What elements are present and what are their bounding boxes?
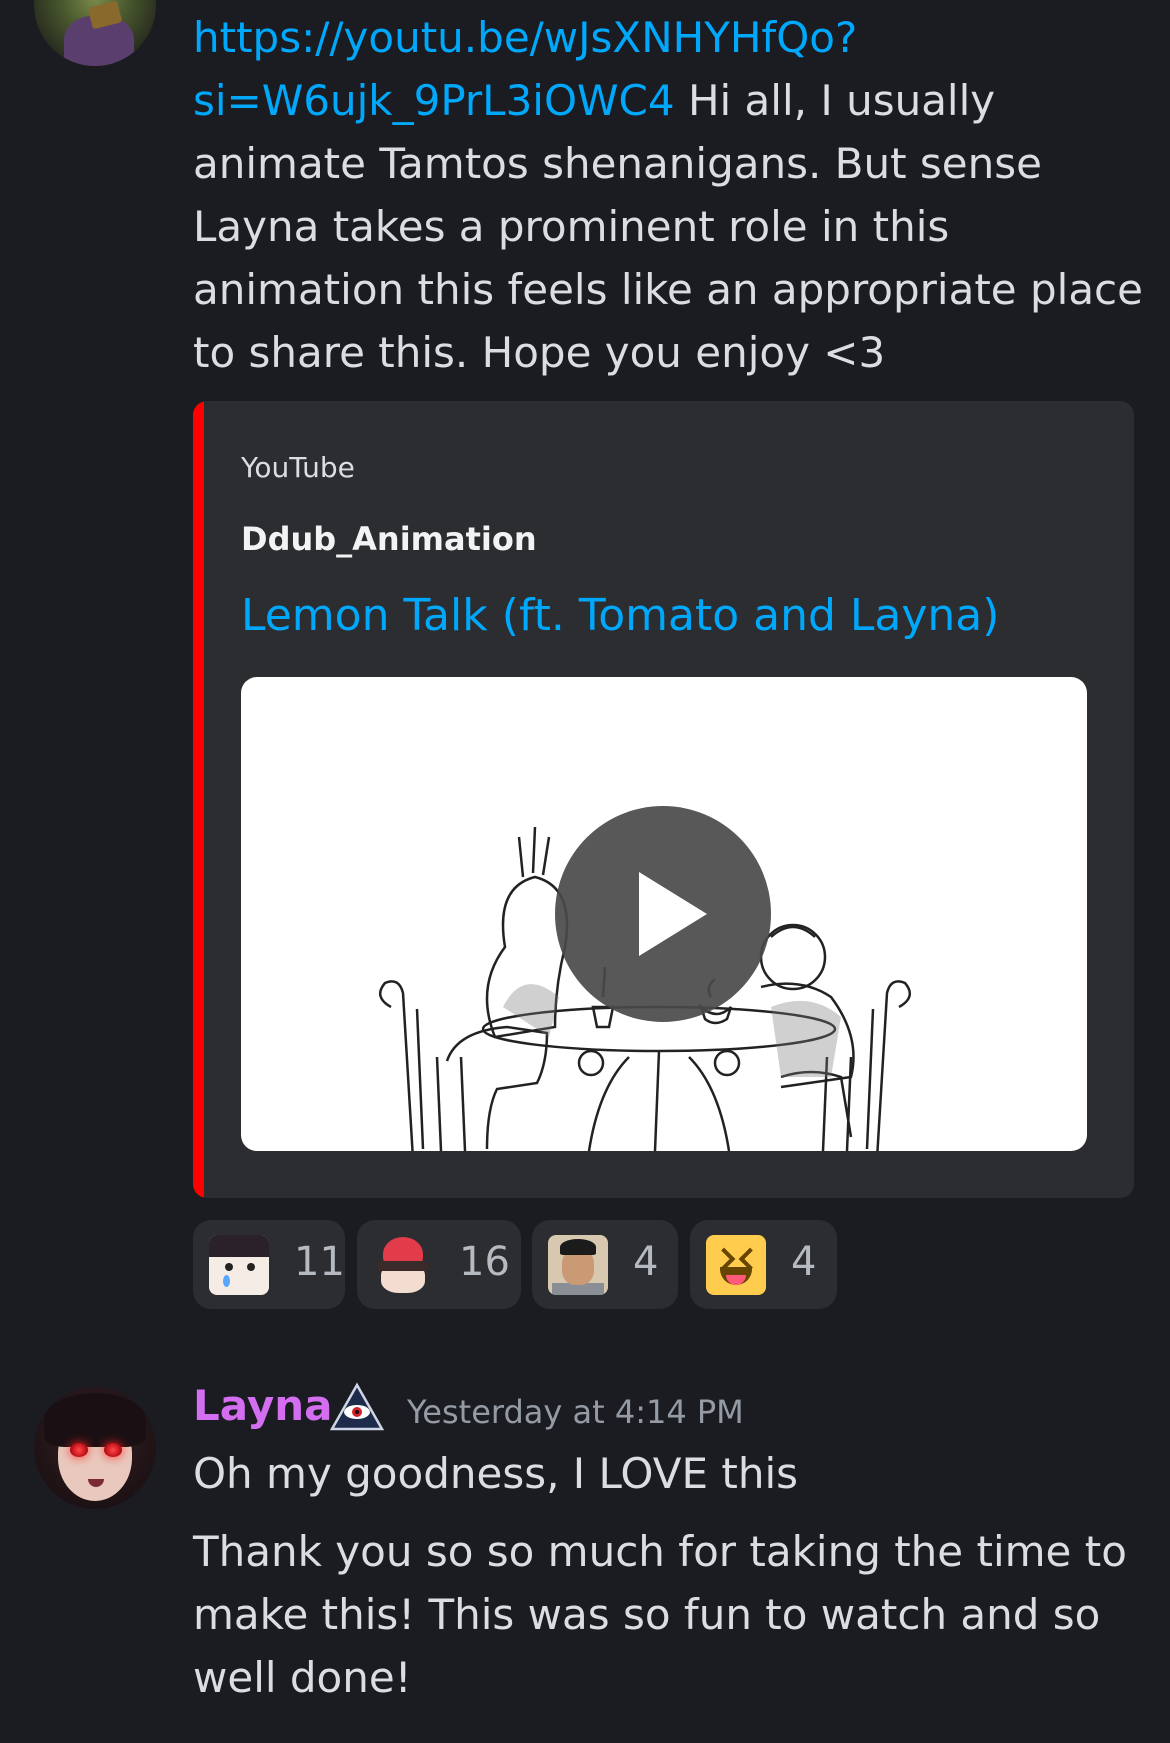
embed-accent-bar — [193, 401, 204, 1198]
reaction-laughing[interactable]: 4 — [690, 1220, 837, 1309]
avatar-eye — [104, 1443, 122, 1457]
layna-avatar[interactable] — [34, 1387, 156, 1509]
surprised-man-emoji-icon — [548, 1235, 608, 1295]
crying-anime-emoji-icon — [209, 1235, 269, 1295]
avatar-hair — [44, 1393, 146, 1447]
video-thumbnail[interactable] — [241, 677, 1087, 1151]
message-timestamp: Yesterday at 4:14 PM — [407, 1393, 744, 1431]
illuminati-eye-icon[interactable] — [329, 1382, 385, 1432]
reaction-count: 4 — [633, 1239, 659, 1285]
author-name[interactable]: Layna — [193, 1381, 332, 1430]
user-avatar[interactable] — [34, 0, 156, 66]
play-button[interactable] — [555, 806, 771, 1022]
embed-title[interactable]: Lemon Talk (ft. Tomato and Layna) — [241, 590, 999, 641]
embed-provider[interactable]: YouTube — [241, 451, 355, 484]
message-line: Oh my goodness, I LOVE this — [193, 1449, 799, 1498]
heart-anime-emoji-icon — [373, 1235, 433, 1295]
reaction-count: 16 — [459, 1239, 510, 1285]
reaction-heart[interactable]: 16 — [357, 1220, 521, 1309]
reaction-surprised-man[interactable]: 4 — [532, 1220, 678, 1309]
message-content: https://youtu.be/wJsXNHYHfQo? si=W6ujk_9P… — [193, 6, 1143, 384]
reaction-count: 4 — [791, 1239, 817, 1285]
reaction-crying[interactable]: 11 — [193, 1220, 345, 1309]
youtube-embed: YouTube Ddub_Animation Lemon Talk (ft. T… — [193, 401, 1134, 1198]
play-icon — [639, 872, 707, 956]
reaction-count: 11 — [294, 1239, 345, 1285]
embed-author[interactable]: Ddub_Animation — [241, 520, 537, 558]
message-line: Thank you so so much for taking the time… — [193, 1527, 1127, 1702]
avatar-eye — [70, 1443, 88, 1457]
laughing-emoji-icon — [706, 1235, 766, 1295]
